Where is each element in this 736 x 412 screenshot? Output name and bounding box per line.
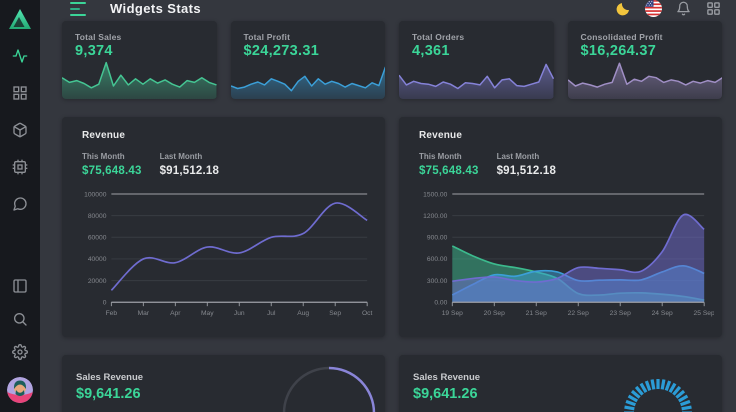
stat-card-consolidated-profit: Consolidated Profit $16,264.37 — [568, 21, 723, 99]
sales-revenue-card-donut: Sales Revenue $9,641.26 — [62, 355, 385, 412]
search-icon[interactable] — [12, 311, 28, 327]
svg-text:40000: 40000 — [88, 256, 107, 263]
layout-icon[interactable] — [12, 278, 28, 294]
stat-label: Total Sales — [62, 21, 217, 42]
card-title: Revenue — [72, 130, 377, 141]
svg-text:Mar: Mar — [138, 310, 150, 317]
sales-revenue-card-gauge: Sales Revenue $9,641.26 — [399, 355, 722, 412]
revenue-metrics: This Month $75,648.43 Last Month $91,512… — [72, 152, 377, 177]
stat-card-total-sales: Total Sales 9,374 — [62, 21, 217, 99]
gauge-chart — [618, 367, 698, 412]
svg-text:Sep: Sep — [329, 310, 341, 317]
donut-chart — [281, 365, 377, 412]
main-area: Widgets Stats — [40, 0, 736, 412]
metric-last-month: Last Month $91,512.18 — [160, 152, 220, 177]
sidebar-bottom — [7, 278, 33, 403]
stat-cards-row: Total Sales 9,374 Total Profit $24,273.3… — [62, 21, 722, 99]
sidebar — [0, 0, 40, 412]
total-profit-sparkline — [231, 55, 386, 99]
activity-icon[interactable] — [12, 48, 28, 64]
topbar-actions — [615, 0, 722, 17]
chat-icon[interactable] — [12, 196, 28, 212]
stat-card-total-orders: Total Orders 4,361 — [399, 21, 554, 99]
sidebar-nav — [12, 48, 28, 212]
metric-this-month: This Month $75,648.43 — [82, 152, 142, 177]
metric-this-month: This Month $75,648.43 — [419, 152, 479, 177]
svg-text:Aug: Aug — [297, 310, 309, 317]
svg-text:20 Sep: 20 Sep — [484, 310, 505, 317]
svg-text:24 Sep: 24 Sep — [652, 310, 673, 317]
page-title: Widgets Stats — [110, 1, 201, 16]
svg-text:20000: 20000 — [88, 278, 107, 285]
dashboard-app: Widgets Stats — [0, 0, 736, 412]
settings-icon[interactable] — [12, 344, 28, 360]
stat-label: Total Orders — [399, 21, 554, 42]
svg-text:21 Sep: 21 Sep — [526, 310, 547, 317]
svg-text:100000: 100000 — [84, 191, 107, 198]
stat-card-total-profit: Total Profit $24,273.31 — [231, 21, 386, 99]
svg-text:Jun: Jun — [234, 310, 245, 317]
svg-text:Feb: Feb — [106, 310, 118, 317]
svg-text:80000: 80000 — [88, 213, 107, 220]
svg-text:23 Sep: 23 Sep — [610, 310, 631, 317]
revenue-line-chart: 0 20000 40000 60000 80000 100000 Feb Mar Apr May J… — [72, 181, 377, 329]
total-orders-sparkline — [399, 55, 554, 99]
svg-text:Jul: Jul — [267, 310, 276, 317]
sales-revenue-row: Sales Revenue $9,641.26 Sales Revenue $9… — [62, 355, 722, 412]
svg-text:Apr: Apr — [170, 310, 181, 317]
consolidated-profit-sparkline — [568, 55, 723, 99]
stat-label: Total Profit — [231, 21, 386, 42]
app-logo[interactable] — [8, 8, 32, 30]
svg-text:22 Sep: 22 Sep — [568, 310, 589, 317]
svg-text:1500.00: 1500.00 — [423, 191, 447, 198]
svg-text:300.00: 300.00 — [427, 278, 448, 285]
svg-text:0.00: 0.00 — [434, 299, 447, 306]
svg-text:25 Sep: 25 Sep — [694, 310, 714, 317]
topbar: Widgets Stats — [40, 0, 736, 17]
menu-icon[interactable] — [70, 2, 88, 16]
revenue-row: Revenue This Month $75,648.43 Last Month… — [62, 117, 722, 337]
svg-text:0: 0 — [103, 299, 107, 306]
content: Total Sales 9,374 Total Profit $24,273.3… — [40, 17, 736, 412]
cpu-icon[interactable] — [12, 159, 28, 175]
svg-text:60000: 60000 — [88, 235, 107, 242]
revenue-metrics: This Month $75,648.43 Last Month $91,512… — [409, 152, 714, 177]
svg-text:1200.00: 1200.00 — [423, 213, 447, 220]
svg-text:600.00: 600.00 — [427, 256, 448, 263]
apps-icon[interactable] — [705, 0, 722, 17]
package-icon[interactable] — [12, 122, 28, 138]
svg-text:900.00: 900.00 — [427, 235, 448, 242]
user-avatar[interactable] — [7, 377, 33, 403]
stat-label: Consolidated Profit — [568, 21, 723, 42]
svg-text:May: May — [201, 310, 214, 317]
moon-icon[interactable] — [615, 0, 632, 17]
revenue-card-monthly: Revenue This Month $75,648.43 Last Month… — [62, 117, 385, 337]
card-title: Revenue — [409, 130, 714, 141]
revenue-card-daily: Revenue This Month $75,648.43 Last Month… — [399, 117, 722, 337]
total-sales-sparkline — [62, 55, 217, 99]
bell-icon[interactable] — [675, 0, 692, 17]
revenue-area-chart: 0.00 300.00 600.00 900.00 1200.00 1500.00 19 S… — [409, 181, 714, 329]
svg-text:Oct: Oct — [362, 310, 373, 317]
svg-text:19 Sep: 19 Sep — [442, 310, 463, 317]
grid-icon[interactable] — [12, 85, 28, 101]
metric-last-month: Last Month $91,512.18 — [497, 152, 557, 177]
us-flag-icon[interactable] — [645, 0, 662, 17]
